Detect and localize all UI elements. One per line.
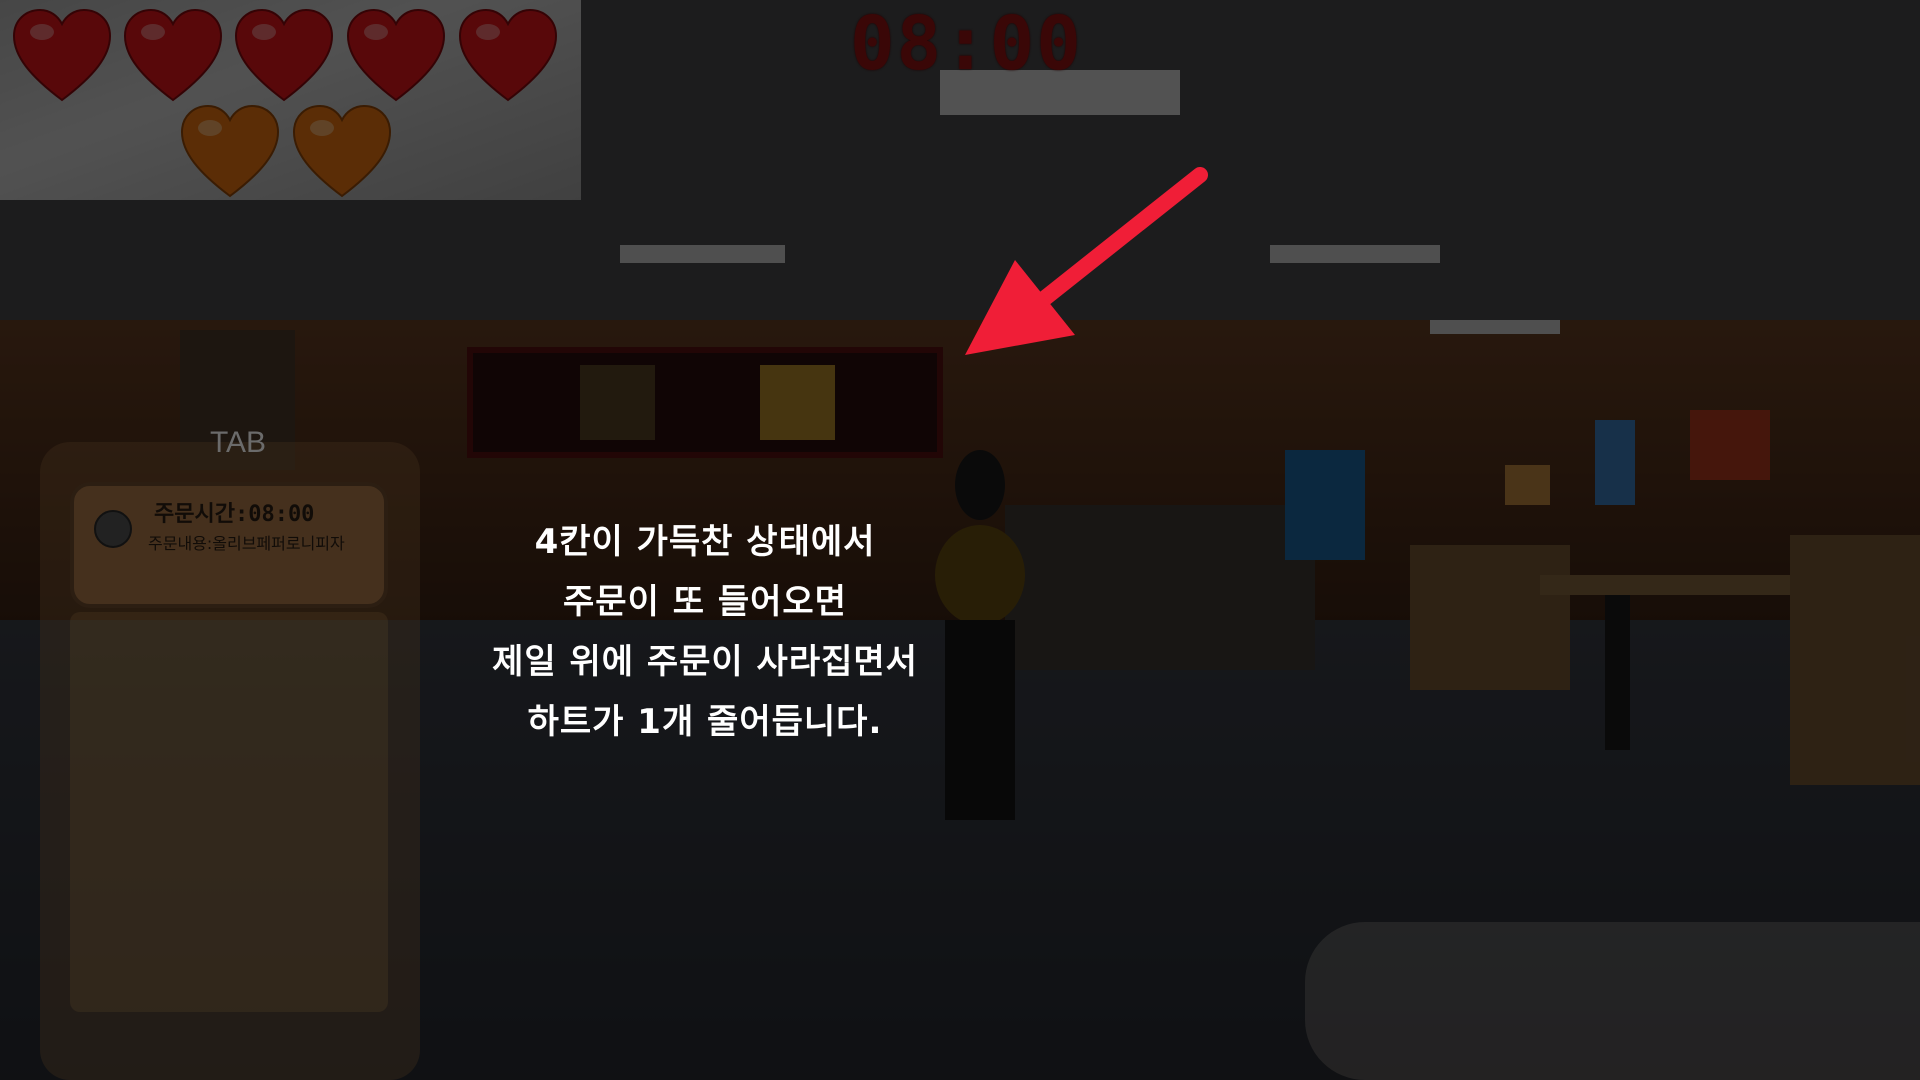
counter xyxy=(1005,505,1315,670)
red-heart-icon xyxy=(346,8,446,102)
tutorial-line: 하트가 1개 줄어듭니다. xyxy=(527,702,883,742)
tab-key-hint: TAB xyxy=(209,426,267,459)
red-heart-icon xyxy=(123,8,223,102)
poster xyxy=(1505,465,1550,505)
booth-seat xyxy=(1790,535,1920,785)
red-heart-icon xyxy=(12,8,112,102)
order-card: 주문시간:08:00 주문내용:올리브페퍼로니피자 xyxy=(70,482,388,608)
orange-heart-icon xyxy=(292,104,392,198)
table xyxy=(1540,575,1830,595)
booth-seat xyxy=(1410,545,1570,690)
menu-board xyxy=(467,347,943,458)
action-panel xyxy=(1305,922,1920,1080)
menu-photo xyxy=(760,365,835,440)
order-content: 주문내용:올리브페퍼로니피자 xyxy=(148,534,345,553)
game-timer: 08:00 xyxy=(850,1,1083,87)
orange-heart-icon xyxy=(180,104,280,198)
ceiling-light xyxy=(620,245,785,263)
tutorial-line: 4칸이 가득찬 상태에서 xyxy=(534,522,876,562)
poster xyxy=(1595,420,1635,505)
red-heart-icon xyxy=(458,8,558,102)
tutorial-message: 4칸이 가득찬 상태에서 주문이 또 들어오면 제일 위에 주문이 사라집면서 … xyxy=(440,512,970,752)
order-list-area xyxy=(70,612,388,1012)
hearts-panel xyxy=(0,0,581,200)
tutorial-line: 제일 위에 주문이 사라집면서 xyxy=(492,642,918,682)
pizza-icon xyxy=(94,510,132,548)
arrow-pointer-icon xyxy=(965,167,1208,355)
poster xyxy=(1690,410,1770,480)
character-hair xyxy=(955,450,1005,520)
red-heart-icon xyxy=(234,8,334,102)
ceiling-light xyxy=(1430,320,1560,334)
order-time: 주문시간:08:00 xyxy=(154,502,315,527)
poster xyxy=(1285,450,1365,560)
table-leg xyxy=(1605,595,1630,750)
tutorial-line: 주문이 또 들어오면 xyxy=(563,582,847,622)
menu-photo xyxy=(580,365,655,440)
ceiling-light xyxy=(1270,245,1440,263)
